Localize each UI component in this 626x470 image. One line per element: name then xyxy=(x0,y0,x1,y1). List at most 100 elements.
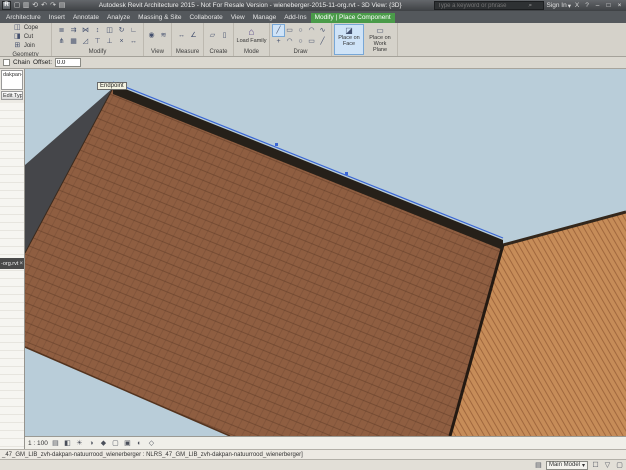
tab-view[interactable]: View xyxy=(227,13,249,23)
offset-icon[interactable]: ⇉ xyxy=(68,25,80,36)
thin-lines-icon[interactable]: ≋ xyxy=(159,32,168,40)
open-icon[interactable]: ▢ xyxy=(13,1,21,10)
crop-view-icon[interactable]: ▢ xyxy=(111,439,120,447)
temporary-hide-icon[interactable]: ◐ xyxy=(135,440,144,447)
help-icon[interactable]: ? xyxy=(583,2,591,9)
tab-insert[interactable]: Insert xyxy=(45,13,69,23)
close-view-icon[interactable]: × xyxy=(19,261,23,267)
pin-icon[interactable]: ⊤ xyxy=(92,36,104,47)
edit-type-button[interactable]: Edit Type xyxy=(1,91,23,100)
match-type-icon[interactable]: ↔ xyxy=(128,36,140,47)
scale-button[interactable]: 1 : 100 xyxy=(28,440,48,447)
create-component-icon[interactable]: ▱ xyxy=(208,32,217,40)
tab-add-ins[interactable]: Add-Ins xyxy=(280,13,310,23)
draw-rectangle-icon[interactable]: ▭ xyxy=(284,25,295,36)
pick-lines-icon[interactable]: + xyxy=(273,36,284,47)
place-on-work-plane-icon: ▭ xyxy=(376,26,384,35)
show-crop-region-icon[interactable]: ▣ xyxy=(123,439,132,447)
exchange-apps-icon[interactable]: X xyxy=(573,2,581,9)
draw-circle-2-icon[interactable]: ○ xyxy=(295,36,306,47)
ribbon: ◫ Cope ◨ Cut ⊞ Join Geometry ≣ ⇉ ⋈ ↕ xyxy=(0,23,626,57)
draw-arc-icon[interactable]: ◠ xyxy=(306,25,317,36)
undo-icon[interactable]: ↶ xyxy=(40,1,48,10)
print-icon[interactable]: ▤ xyxy=(58,1,66,10)
default-3d-view-icon[interactable]: ◉ xyxy=(147,32,156,40)
shadows-icon[interactable]: ◑ xyxy=(87,440,96,447)
type-selector[interactable]: dakpan- xyxy=(1,70,23,90)
join-button[interactable]: ⊞ Join xyxy=(13,42,38,50)
editable-only-checkbox[interactable]: ☐ xyxy=(591,461,600,469)
drawing-area[interactable]: Endpoint 1 : 100 ▤ ◧ ☀ ◑ ◆ ▢ ▣ ◐ ◇ xyxy=(25,69,626,449)
draw-line-icon[interactable]: ╱ xyxy=(273,25,284,36)
place-on-work-plane-button[interactable]: ▭ Place on Work Plane xyxy=(365,24,395,55)
draw-circle-icon[interactable]: ○ xyxy=(295,25,306,36)
place-on-face-label: Place on Face xyxy=(335,35,363,47)
tab-analyze[interactable]: Analyze xyxy=(103,13,134,23)
trim-icon[interactable]: ∟ xyxy=(128,25,140,36)
tab-annotate[interactable]: Annotate xyxy=(69,13,103,23)
minimize-button[interactable]: – xyxy=(593,2,602,9)
worksets-icon[interactable]: ▤ xyxy=(534,461,543,469)
split-icon[interactable]: ⋔ xyxy=(56,36,68,47)
cope-button[interactable]: ◫ Cope xyxy=(13,24,38,32)
load-family-button[interactable]: ⌂ Load Family xyxy=(237,27,267,44)
sun-path-icon[interactable]: ☀ xyxy=(75,439,84,447)
reveal-hidden-icon[interactable]: ◇ xyxy=(147,439,156,447)
window-title: Autodesk Revit Architecture 2015 - Not F… xyxy=(68,2,432,9)
view-window-title-fragment[interactable]: -org.rvt × xyxy=(0,258,24,269)
scale-icon[interactable]: ◿ xyxy=(80,36,92,47)
selection-grip[interactable] xyxy=(345,172,348,175)
offset-input[interactable] xyxy=(55,58,81,67)
array-icon[interactable]: ▦ xyxy=(68,36,80,47)
draw-rect-2-icon[interactable]: ▭ xyxy=(306,36,317,47)
mirror-icon[interactable]: ⋈ xyxy=(80,25,92,36)
save-icon[interactable]: ▥ xyxy=(22,1,30,10)
main-roof-plane[interactable] xyxy=(25,88,503,436)
press-drag-icon[interactable]: ▢ xyxy=(615,461,624,469)
selection-filter-icon[interactable]: ▽ xyxy=(603,461,612,469)
place-on-face-button[interactable]: ◪ Place on Face xyxy=(334,24,364,55)
snap-tooltip: Endpoint xyxy=(97,82,127,90)
unpin-icon[interactable]: ⊥ xyxy=(104,36,116,47)
create-column-icon[interactable]: ▯ xyxy=(220,32,229,40)
view-control-bar: 1 : 100 ▤ ◧ ☀ ◑ ◆ ▢ ▣ ◐ ◇ xyxy=(25,436,626,449)
close-button[interactable]: × xyxy=(615,2,624,9)
selection-grip[interactable] xyxy=(275,143,278,146)
rotate-icon[interactable]: ↻ xyxy=(116,25,128,36)
visual-style-icon[interactable]: ◧ xyxy=(63,439,72,447)
sync-icon[interactable]: ⟲ xyxy=(31,1,39,10)
options-bar: Chain Offset: xyxy=(0,57,626,69)
delete-icon[interactable]: × xyxy=(116,36,128,47)
align-icon[interactable]: ≣ xyxy=(56,25,68,36)
join-label: Join xyxy=(24,43,35,49)
active-workset-value: Main Model xyxy=(549,462,580,468)
tab-collaborate[interactable]: Collaborate xyxy=(185,13,226,23)
tab-massing-site[interactable]: Massing & Site xyxy=(134,13,185,23)
cut-button[interactable]: ◨ Cut xyxy=(13,33,38,41)
redo-icon[interactable]: ↷ xyxy=(49,1,57,10)
search-icon[interactable]: ⌕ xyxy=(528,2,532,10)
chain-checkbox[interactable] xyxy=(3,59,10,66)
panel-label-measure: Measure xyxy=(172,48,203,56)
draw-spline-icon[interactable]: ∿ xyxy=(317,25,328,36)
move-icon[interactable]: ↕ xyxy=(92,25,104,36)
detail-level-icon[interactable]: ▤ xyxy=(51,439,60,447)
maximize-button[interactable]: □ xyxy=(604,2,613,9)
draw-arc-2-icon[interactable]: ◠ xyxy=(284,36,295,47)
render-icon[interactable]: ◆ xyxy=(99,439,108,447)
copy-icon[interactable]: ◫ xyxy=(104,25,116,36)
tab-manage[interactable]: Manage xyxy=(249,13,281,23)
draw-line-2-icon[interactable]: ╱ xyxy=(317,36,328,47)
panel-placement: ◪ Place on Face ▭ Place on Work Plane Pl… xyxy=(332,23,398,56)
search-input[interactable] xyxy=(437,3,527,9)
cope-label: Cope xyxy=(24,25,38,31)
panel-modify: ≣ ⇉ ⋈ ↕ ◫ ↻ ∟ ⋔ ▦ ◿ ⊤ ⊥ × ↔ Modify xyxy=(52,23,144,56)
sign-in-button[interactable]: Sign In ▾ xyxy=(546,2,571,10)
quick-access-toolbar: ▢ ▥ ⟲ ↶ ↷ ▤ xyxy=(13,1,66,10)
application-menu-button[interactable]: R xyxy=(2,1,11,10)
active-workset-select[interactable]: Main Model ▾ xyxy=(546,461,588,470)
measure-icon[interactable]: ↔ xyxy=(177,32,186,40)
tab-modify-place-component[interactable]: Modify | Place Component xyxy=(311,13,395,23)
angle-icon[interactable]: ∠ xyxy=(189,32,198,40)
tab-architecture[interactable]: Architecture xyxy=(2,13,45,23)
